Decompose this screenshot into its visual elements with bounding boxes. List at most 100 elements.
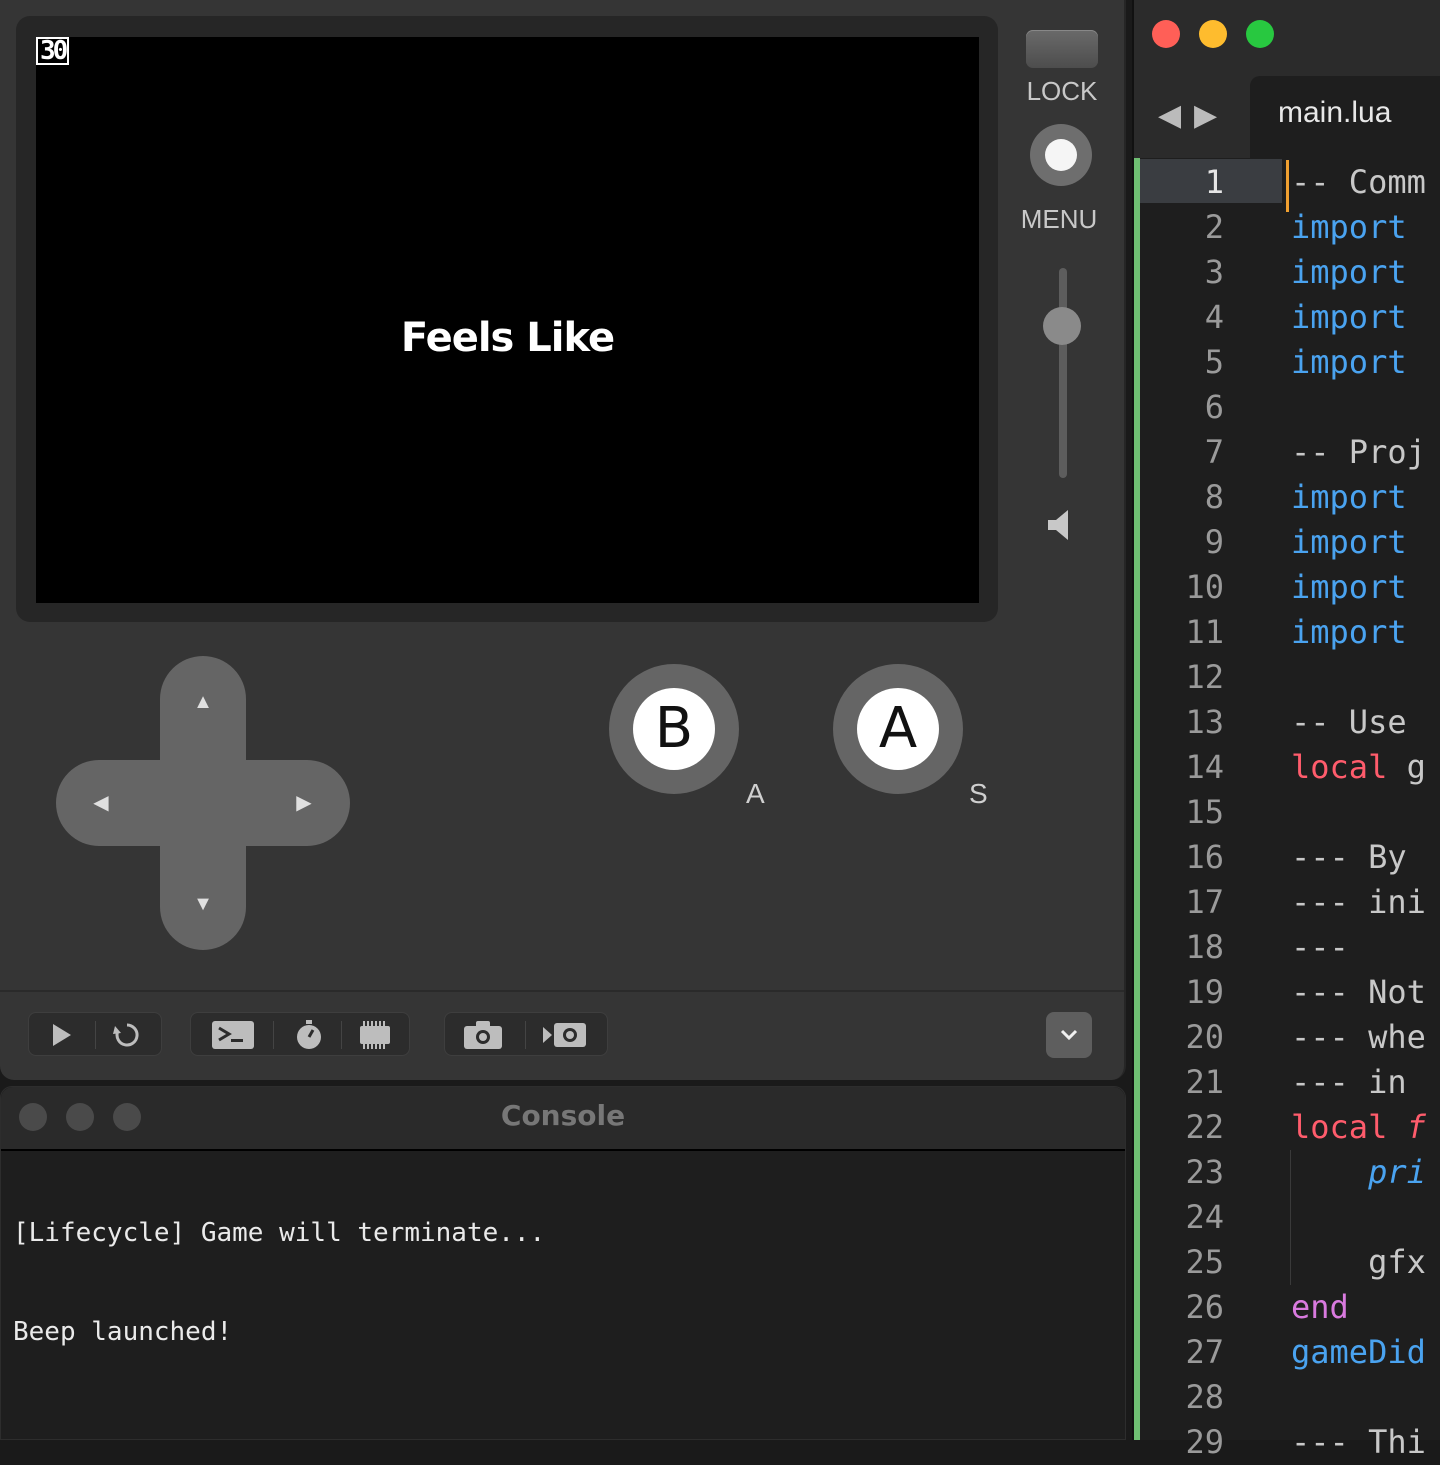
a-button-label: A bbox=[857, 688, 939, 770]
code-line[interactable]: --- Thi bbox=[1291, 1420, 1426, 1465]
line-number: 29 bbox=[1185, 1423, 1224, 1461]
console-titlebar: Console bbox=[1, 1087, 1125, 1151]
b-button[interactable]: B bbox=[609, 664, 739, 794]
toolbar-separator bbox=[273, 1021, 274, 1049]
code-line[interactable]: gfx bbox=[1291, 1240, 1426, 1285]
b-button-label: B bbox=[633, 688, 715, 770]
code-line[interactable]: import bbox=[1291, 250, 1407, 295]
code-line[interactable]: import bbox=[1291, 610, 1407, 655]
device-icon[interactable] bbox=[345, 1013, 405, 1057]
code-line[interactable]: --- ini bbox=[1291, 880, 1426, 925]
close-window-button[interactable] bbox=[1152, 20, 1180, 48]
code-line-text: -- Use bbox=[1291, 703, 1407, 741]
code-line[interactable]: import bbox=[1291, 475, 1407, 520]
text-cursor bbox=[1286, 160, 1289, 212]
code-line[interactable]: import bbox=[1291, 340, 1407, 385]
toolbar-separator bbox=[341, 1021, 342, 1049]
dpad-down-icon[interactable]: ▼ bbox=[191, 892, 215, 916]
code-line-text: pri bbox=[1291, 1153, 1426, 1191]
editor-titlebar bbox=[1134, 0, 1440, 70]
code-line-text: import bbox=[1291, 478, 1407, 516]
chevron-down-icon[interactable] bbox=[1046, 1012, 1092, 1058]
console-output[interactable]: [Lifecycle] Game will terminate... Beep … bbox=[13, 1151, 545, 1415]
lock-button[interactable] bbox=[1026, 30, 1098, 68]
code-line[interactable]: --- in bbox=[1291, 1060, 1407, 1105]
code-line-text: gameDid bbox=[1291, 1333, 1426, 1371]
code-line[interactable]: local f bbox=[1291, 1105, 1426, 1150]
line-number: 3 bbox=[1204, 253, 1224, 291]
code-line[interactable]: --- bbox=[1291, 925, 1349, 970]
code-line-text: gfx bbox=[1291, 1243, 1426, 1281]
dpad-right-icon[interactable]: ▶ bbox=[292, 791, 316, 815]
line-number: 1 bbox=[1204, 163, 1224, 201]
volume-slider-knob[interactable] bbox=[1043, 306, 1081, 345]
line-number: 25 bbox=[1185, 1243, 1224, 1281]
code-line[interactable]: local g bbox=[1291, 745, 1426, 790]
code-line-text: --- Thi bbox=[1291, 1423, 1426, 1461]
code-line[interactable]: --- Not bbox=[1291, 970, 1426, 1015]
back-arrow-icon[interactable]: ◀ bbox=[1158, 98, 1181, 133]
minimize-window-button[interactable] bbox=[1199, 20, 1227, 48]
code-line[interactable]: pri bbox=[1291, 1150, 1426, 1195]
line-number: 19 bbox=[1185, 973, 1224, 1011]
code-line-text: import bbox=[1291, 253, 1407, 291]
line-number: 14 bbox=[1185, 748, 1224, 786]
code-line[interactable]: --- By bbox=[1291, 835, 1407, 880]
a-button[interactable]: A bbox=[833, 664, 963, 794]
zoom-window-button[interactable] bbox=[1246, 20, 1274, 48]
line-number: 8 bbox=[1204, 478, 1224, 516]
line-number: 10 bbox=[1185, 568, 1224, 606]
code-line[interactable]: --- whe bbox=[1291, 1015, 1426, 1060]
tab-main-lua[interactable]: main.lua bbox=[1250, 76, 1440, 158]
menu-button[interactable] bbox=[1030, 124, 1092, 186]
indent-guide bbox=[1290, 1150, 1291, 1285]
code-line-text: import bbox=[1291, 613, 1407, 651]
toolbar-separator bbox=[525, 1021, 526, 1049]
dpad-left-icon[interactable]: ◀ bbox=[89, 791, 113, 815]
toolbar-group-tools bbox=[190, 1012, 410, 1056]
dpad-up-icon[interactable]: ▲ bbox=[191, 690, 215, 714]
game-screen-text: Feels Like bbox=[400, 315, 615, 361]
code-line[interactable]: -- Comm bbox=[1291, 160, 1426, 205]
line-number: 7 bbox=[1204, 433, 1224, 471]
code-identifier: f bbox=[1387, 1108, 1426, 1146]
b-button-key-hint: A bbox=[746, 778, 765, 809]
code-line-text: import bbox=[1291, 343, 1407, 381]
code-identifier: g bbox=[1387, 748, 1426, 786]
code-line[interactable]: -- Proj bbox=[1291, 430, 1426, 475]
stopwatch-icon[interactable] bbox=[279, 1013, 339, 1057]
toolbar-separator bbox=[95, 1021, 96, 1049]
keyword-local: local bbox=[1291, 748, 1388, 786]
line-number: 17 bbox=[1185, 883, 1224, 921]
code-line-text: import bbox=[1291, 568, 1407, 606]
code-line-text: --- bbox=[1291, 928, 1349, 966]
code-line[interactable]: import bbox=[1291, 520, 1407, 565]
console-line: [Lifecycle] Game will terminate... bbox=[13, 1218, 546, 1248]
code-line-text: import bbox=[1291, 208, 1407, 246]
restart-icon[interactable] bbox=[97, 1013, 157, 1057]
code-line[interactable]: end bbox=[1291, 1285, 1349, 1330]
fps-counter: 30 bbox=[36, 37, 70, 65]
code-line[interactable]: -- Use bbox=[1291, 700, 1407, 745]
code-line[interactable]: gameDid bbox=[1291, 1330, 1426, 1375]
code-line-text: import bbox=[1291, 298, 1407, 336]
code-line-text: --- whe bbox=[1291, 1018, 1426, 1056]
toolbar-divider bbox=[0, 990, 1124, 992]
record-icon[interactable] bbox=[535, 1013, 595, 1057]
forward-arrow-icon[interactable]: ▶ bbox=[1194, 98, 1217, 133]
code-line[interactable]: import bbox=[1291, 205, 1407, 250]
play-icon[interactable] bbox=[31, 1013, 91, 1057]
console-icon[interactable] bbox=[203, 1013, 263, 1057]
console-window: Console [Lifecycle] Game will terminate.… bbox=[0, 1086, 1126, 1440]
console-line: Beep launched! bbox=[13, 1317, 233, 1347]
toolbar-group-capture bbox=[444, 1012, 608, 1056]
toolbar-group-run bbox=[28, 1012, 162, 1056]
camera-icon[interactable] bbox=[453, 1013, 513, 1057]
code-line[interactable]: import bbox=[1291, 565, 1407, 610]
line-number: 13 bbox=[1185, 703, 1224, 741]
volume-slider-track[interactable] bbox=[1059, 268, 1067, 478]
code-line-text: -- Comm bbox=[1291, 163, 1426, 201]
code-line[interactable]: import bbox=[1291, 295, 1407, 340]
code-editor-window: ◀ ▶ main.lua 1 -- Comm 2 import 3 import 4 impo… bbox=[1132, 0, 1440, 1461]
simulator-window: 30 Feels Like LOCK MENU ▲ ▼ ◀ ▶ B A A S bbox=[0, 0, 1126, 1080]
